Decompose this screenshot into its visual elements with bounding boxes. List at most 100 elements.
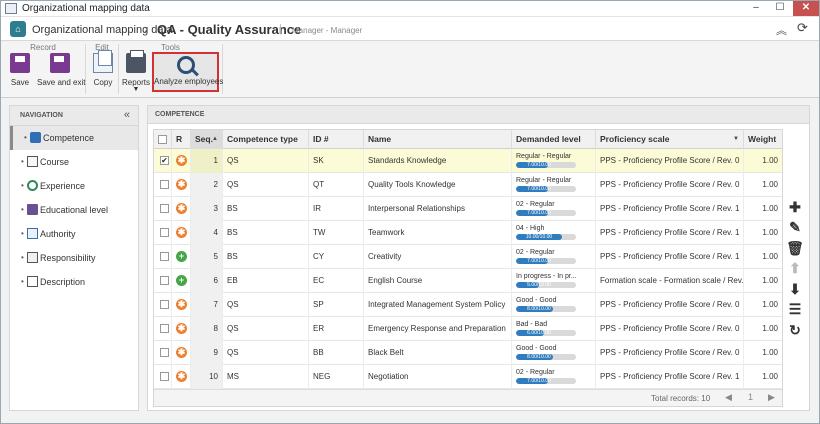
column-id[interactable]: ID # [309,130,364,149]
nav-item-authority[interactable]: • Authority [10,222,138,246]
table-row[interactable]: ✱ 8 QS ER Emergency Response and Preparation… [154,317,782,341]
row-select-cell[interactable] [154,317,172,341]
name-cell: Interpersonal Relationships [364,197,512,221]
responsibility-icon [27,252,38,263]
nav-item-experience[interactable]: • Experience [10,174,138,198]
proficiency-scale-cell: PPS - Proficiency Profile Score / Rev. 1 [596,365,744,389]
row-checkbox[interactable] [160,180,169,189]
nav-item-label: Authority [40,229,76,239]
nav-item-competence[interactable]: • Competence [10,126,138,150]
level-value: 7.00/10.00 [527,162,551,168]
close-button[interactable]: ✕ [793,1,819,16]
maximize-button[interactable]: ☐ [769,1,791,16]
name-cell: Creativity [364,245,512,269]
column-competence-type[interactable]: Competence type [223,130,309,149]
bullet: • [21,157,24,166]
level-progress-bar: 7.00/10.00 [516,210,576,216]
name-cell: Negotiation [364,365,512,389]
total-records: Total records: 10 [651,394,711,403]
row-status-cell: ✱ [172,317,191,341]
edit-icon[interactable]: ✎ [786,218,804,236]
table-row[interactable]: ✱ 9 QS BB Black Belt Good - Good 8.00/10.00 PPS… [154,341,782,365]
row-checkbox[interactable] [160,372,169,381]
move-down-icon[interactable]: ⬇ [786,280,804,298]
id-cell: BB [309,341,364,365]
refresh-icon[interactable]: ⟳ [797,20,808,36]
row-checkbox[interactable] [160,204,169,213]
id-cell: ER [309,317,364,341]
id-cell: TW [309,221,364,245]
row-checkbox[interactable]: ✔ [160,156,169,165]
row-checkbox[interactable] [160,276,169,285]
table-row[interactable]: +5 BS CY Creativity 02 - Regular 7.00/10.00 PP… [154,245,782,269]
table-row[interactable]: ✱ 4 BS TW Teamwork 04 - High 10.00/10.00 PPS - … [154,221,782,245]
add-icon[interactable]: ✚ [786,198,804,216]
row-select-cell[interactable] [154,365,172,389]
row-checkbox[interactable] [160,228,169,237]
row-checkbox[interactable] [160,324,169,333]
status-alert-icon: ✱ [176,323,187,334]
collapse-header-icon[interactable]: ︽ [776,22,787,38]
header-divider: | [279,23,282,35]
collapse-nav-icon[interactable]: « [124,109,130,121]
row-select-cell[interactable] [154,173,172,197]
reports-button[interactable]: Reports ▼ [122,50,150,93]
status-alert-icon: ✱ [176,179,187,190]
nav-item-label: Course [40,157,70,167]
level-progress-bar: 7.00/10.00 [516,186,576,192]
competence-type-cell: QS [223,173,309,197]
select-all-checkbox[interactable] [158,135,167,144]
row-select-cell[interactable] [154,197,172,221]
list-details-icon[interactable]: ☰ [786,300,804,318]
column-seq[interactable]: Seq. ▲ [191,130,223,149]
row-checkbox[interactable] [160,252,169,261]
table-row[interactable]: ✱ 2 QS QT Quality Tools Knowledge Regular - R… [154,173,782,197]
table-row[interactable]: ✱ 3 BS IR Interpersonal Relationships 02 - Re… [154,197,782,221]
row-select-cell[interactable] [154,245,172,269]
row-select-cell[interactable] [154,341,172,365]
table-row[interactable]: +6 EB EC English Course In progress - In pr.… [154,269,782,293]
seq-cell: 10 [191,365,223,389]
column-proficiency-scale-label: Proficiency scale [600,134,670,144]
row-checkbox[interactable] [160,300,169,309]
record-subtitle: Manager - Manager [292,26,363,35]
nav-item-description[interactable]: • Description [10,270,138,294]
row-select-cell[interactable]: ✔ [154,149,172,173]
column-demanded-level[interactable]: Demanded level [512,130,596,149]
competence-type-cell: BS [223,197,309,221]
move-up-icon[interactable]: ⬆ [786,259,804,277]
table-row[interactable]: ✱ 10 MS NEG Negotiation 02 - Regular 7.00/10.0… [154,365,782,389]
previous-page-icon[interactable]: ◀ [725,392,732,403]
reload-icon[interactable]: ↻ [786,321,804,339]
level-value: 7.00/10.00 [527,210,551,216]
weight-cell: 1.00 [762,276,778,285]
weight-cell: 1.00 [762,372,778,381]
row-status-cell: ✱ [172,365,191,389]
next-page-icon[interactable]: ▶ [768,392,775,403]
row-select-cell[interactable] [154,269,172,293]
select-all-column[interactable] [154,130,172,149]
minimize-button[interactable]: – [745,1,767,16]
column-weight[interactable]: Weight [744,130,782,149]
organization-icon: ⌂ [10,21,26,37]
level-progress-bar: 8.00/10.00 [516,306,576,312]
row-select-cell[interactable] [154,293,172,317]
course-icon [27,156,38,167]
save-and-exit-button[interactable]: Save and exit [37,53,85,87]
table-row[interactable]: ✔ ✱ 1 QS SK Standards Knowledge Regular - Regu… [154,149,782,173]
row-checkbox[interactable] [160,348,169,357]
nav-item-responsibility[interactable]: • Responsibility [10,246,138,270]
delete-icon[interactable]: 🗑 [786,239,804,257]
nav-item-course[interactable]: • Course [10,150,138,174]
column-name[interactable]: Name [364,130,512,149]
column-proficiency-scale[interactable]: Proficiency scale ▼ [596,130,744,149]
save-button[interactable]: Save [6,53,34,87]
analyze-employees-button[interactable]: Analyze employees [152,52,223,92]
nav-item-educational-level[interactable]: • Educational level [10,198,138,222]
level-text: 02 - Regular [516,201,555,208]
row-select-cell[interactable] [154,221,172,245]
window-title: Organizational mapping data [22,3,150,14]
copy-button[interactable]: Copy [89,50,117,87]
column-r[interactable]: R [172,130,191,149]
table-row[interactable]: ✱ 7 QS SP Integrated Management System Polic… [154,293,782,317]
